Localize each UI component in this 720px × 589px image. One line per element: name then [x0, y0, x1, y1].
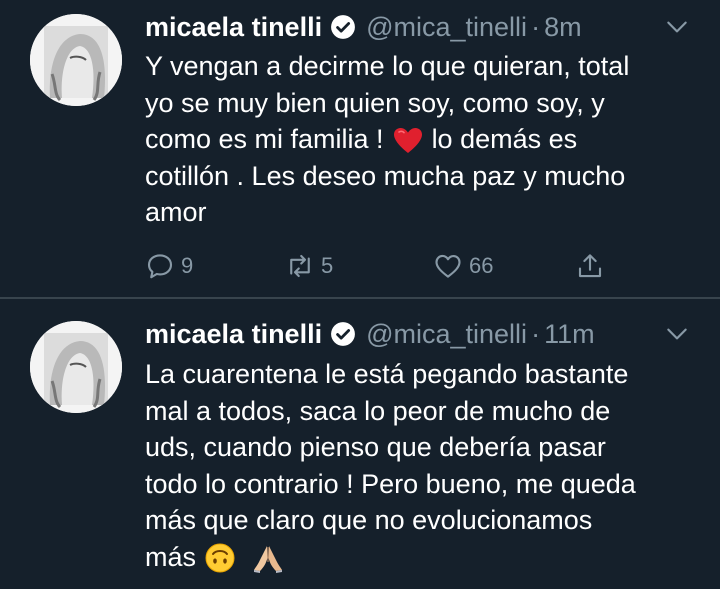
avatar[interactable]	[30, 321, 122, 413]
reply-count: 9	[181, 253, 194, 278]
tweet-text-line: más que claro que no evolucionamos	[145, 505, 593, 535]
retweet-button[interactable]: 5	[285, 248, 333, 284]
reply-icon	[147, 254, 173, 279]
tweet-text: Y vengan a decirme lo que quieran, total…	[145, 48, 705, 231]
author-name[interactable]: micaela tinelli	[145, 12, 322, 43]
tweet-text-fragment: lo demás es	[431, 124, 578, 154]
avatar-photo	[30, 14, 122, 106]
timestamp[interactable]: 11m	[544, 319, 595, 350]
tweet-text-line: La cuarentena le está pegando bastante	[145, 359, 629, 389]
avatar-photo	[30, 321, 122, 413]
tweet-text-line: mal a todos, saca lo peor de mucho de	[145, 395, 611, 426]
chevron-down-icon[interactable]	[664, 321, 690, 347]
tweet-text-fragment: como es mi familia !	[145, 124, 384, 154]
upside-down-face-emoji	[204, 542, 236, 574]
verified-badge-icon	[330, 14, 356, 40]
tweet-header: micaela tinelli @mica_tinelli · 8m	[145, 9, 582, 45]
red-heart-emoji	[392, 125, 424, 157]
tweet-2[interactable]: micaela tinelli @mica_tinelli · 11m La c…	[0, 299, 720, 589]
tweet-text-line: todo lo contrario ! Pero bueno, me queda	[145, 468, 636, 499]
share-button[interactable]	[575, 248, 611, 284]
retweet-count: 5	[321, 253, 334, 278]
tweet-actions: 9 5 66	[145, 248, 625, 284]
tweet-text-line: cotillón . Les deseo mucha paz y mucho	[145, 160, 626, 191]
separator-dot: ·	[531, 11, 541, 42]
reply-button[interactable]: 9	[145, 248, 193, 284]
tweet-text-fragment: más	[145, 541, 197, 572]
avatar[interactable]	[30, 14, 122, 106]
tweet-text: La cuarentena le está pegando bastante m…	[145, 356, 705, 575]
tweet-header: micaela tinelli @mica_tinelli · 11m	[145, 316, 595, 352]
tweet-text-line: uds, cuando pienso que debería pasar	[145, 432, 606, 462]
tweet-text-line: Y vengan a decirme lo que quieran, total	[145, 51, 630, 81]
share-icon	[578, 254, 602, 278]
like-button[interactable]: 66	[433, 248, 493, 284]
author-handle[interactable]: @mica_tinelli	[366, 319, 527, 350]
separator-dot: ·	[531, 318, 541, 349]
verified-badge-icon	[330, 321, 356, 347]
like-count: 66	[469, 253, 494, 278]
tweet-text-line: amor	[145, 197, 207, 227]
tweet-1[interactable]: micaela tinelli @mica_tinelli · 8m Y ven…	[0, 0, 720, 298]
chevron-down-icon[interactable]	[664, 14, 690, 40]
retweet-icon	[290, 254, 310, 278]
tweet-text-line: más	[145, 539, 705, 576]
tweet-text-line: yo se muy bien quien soy, como soy, y	[145, 87, 605, 118]
heart-icon	[435, 254, 461, 278]
folded-hands-emoji	[252, 542, 284, 574]
author-name[interactable]: micaela tinelli	[145, 319, 322, 350]
tweet-text-line: como es mi familia ! lo demás es	[145, 121, 705, 158]
timestamp[interactable]: 8m	[544, 12, 582, 43]
author-handle[interactable]: @mica_tinelli	[366, 12, 527, 43]
